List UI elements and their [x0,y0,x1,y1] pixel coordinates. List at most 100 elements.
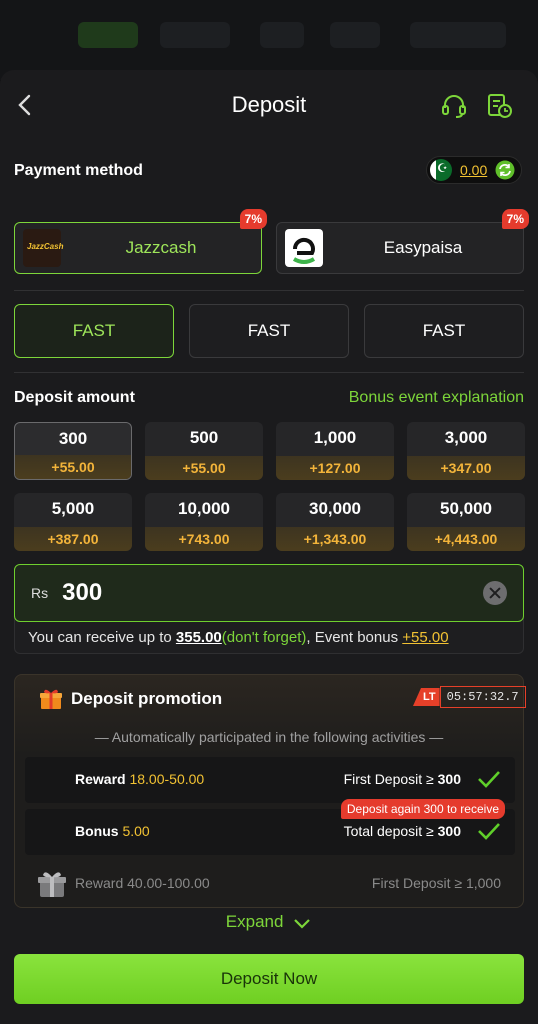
channel-option-1[interactable]: FAST [14,304,174,358]
amount-bonus: +55.00 [145,456,263,480]
condition-label: First Deposit ≥ [343,771,438,787]
divider [14,290,524,291]
fee-badge: 7% [501,209,529,229]
divider [14,372,524,373]
amount-option[interactable]: 3,000 +347.00 [407,422,525,480]
payment-method-name: Jazzcash [125,238,197,257]
row-right: First Deposit ≥ 1,000 [372,875,501,891]
amount-input-box: Rs 300 You can receive up to 355.00(don'… [14,564,524,654]
amount-value: 300 [58,429,88,448]
amount-value: 50,000 [440,499,492,518]
event-bonus: +55.00 [402,629,449,646]
amount-option[interactable]: 50,000 +4,443.00 [407,493,525,551]
event-text: , Event bonus [306,629,403,646]
amount-bonus: +55.00 [15,455,131,479]
row-left: Reward 40.00-100.00 [75,875,210,891]
amount-bonus: +387.00 [14,527,132,551]
amount-option[interactable]: 30,000 +1,343.00 [276,493,394,551]
deposit-history-icon[interactable] [486,92,514,120]
blurred-tab [410,22,506,48]
amount-value: 10,000 [178,499,230,518]
refresh-icon[interactable] [495,160,515,180]
pakistan-flag-icon [430,159,452,181]
receive-prefix: You can receive up to [28,629,176,646]
gift-icon [40,689,62,709]
jazzcash-logo-text: JazzCash [27,242,64,251]
amount-option[interactable]: 5,000 +387.00 [14,493,132,551]
promotion-title: Deposit promotion [71,689,223,708]
clear-input-icon[interactable] [483,581,507,605]
blurred-tab [160,22,230,48]
blurred-tab [78,22,138,48]
reward-label: Reward [75,771,130,787]
check-icon [478,771,500,788]
expand-button[interactable]: Expand [0,912,538,932]
amount-value: 30,000 [309,499,361,518]
bonus-value: 5.00 [122,823,150,839]
lightning-lt-icon: LT [413,688,440,706]
amount-input[interactable]: Rs 300 [14,564,524,622]
condition-value: 300 [437,771,461,787]
reward-label: Reward [75,875,128,891]
fee-badge: 7% [239,209,267,229]
amount-option[interactable]: 1,000 +127.00 [276,422,394,480]
channel-option-2[interactable]: FAST [189,304,349,358]
payment-method-label: Payment method [14,162,143,179]
payment-method-jazzcash[interactable]: JazzCash Jazzcash 7% [14,209,267,274]
bonus-label: Bonus [75,823,123,839]
condition-label: Total deposit ≥ [343,823,438,839]
amount-bonus: +347.00 [407,456,525,480]
condition-value: 1,000 [465,875,501,891]
payment-method-name: Easypaisa [383,238,463,257]
promotion-row: Reward 18.00-50.00 First Deposit ≥ 300 [25,757,515,803]
payment-method-easypaisa[interactable]: Easypaisa 7% [276,209,529,274]
currency-label: Rs [31,585,49,601]
check-icon [478,823,500,840]
bonus-event-explanation-link[interactable]: Bonus event explanation [349,389,524,407]
chevron-down-icon [294,918,310,929]
amount-bonus: +1,343.00 [276,527,394,551]
row-left: Bonus 5.00 [75,823,150,839]
deposit-amount-label: Deposit amount [14,389,135,406]
row-left: Reward 18.00-50.00 [75,771,204,787]
condition-value: 300 [437,823,461,839]
amount-value: 500 [189,428,219,447]
amount-value: 3,000 [444,428,488,447]
auto-participation-note: — Automatically participated in the foll… [94,729,444,745]
easypaisa-logo [285,229,323,267]
blurred-tab [330,22,380,48]
row-right: First Deposit ≥ 300 [344,771,461,787]
amount-bonus: +743.00 [145,527,263,551]
expand-label: Expand [225,912,284,931]
amount-value: 5,000 [51,499,95,518]
reward-value: 40.00-100.00 [127,875,210,891]
deposit-promotion-card: Deposit promotion LT 05:57:32.7 — Automa… [14,674,526,908]
background-app-header [0,0,538,80]
amount-option[interactable]: 500 +55.00 [145,422,263,480]
amount-option[interactable]: 10,000 +743.00 [145,493,263,551]
receive-amount: 355.00 [175,629,222,646]
amount-bonus: +127.00 [276,456,394,480]
reward-value: 18.00-50.00 [129,771,205,787]
promotion-row: Reward 40.00-100.00 First Deposit ≥ 1,00… [25,861,515,907]
blurred-tab [260,22,304,48]
jazzcash-logo: JazzCash [23,229,64,267]
channel-option-3[interactable]: FAST [364,304,524,358]
receive-note: (don't forget) [221,629,307,646]
amount-value: 1,000 [313,428,357,447]
gift-box-icon [38,872,66,897]
customer-service-headset-icon[interactable] [440,92,468,120]
header: Deposit [0,80,538,132]
deposit-again-tip: Deposit again 300 to receive [340,799,505,819]
receive-summary: You can receive up to 355.00(don't forge… [28,629,449,646]
promotion-row: Bonus 5.00 Total deposit ≥ 300 Deposit a… [25,799,515,855]
countdown-timer: 05:57:32.7 [439,686,526,708]
condition-label: First Deposit ≥ [371,875,466,891]
amount-input-value: 300 [62,579,103,606]
deposit-now-button[interactable]: Deposit Now [14,954,524,1004]
amount-option[interactable]: 300 +55.00 [14,422,132,480]
balance-pill[interactable]: 0.00 [426,156,522,184]
row-right: Total deposit ≥ 300 [344,823,461,839]
limited-time-countdown: LT 05:57:32.7 [413,685,526,709]
balance-amount: 0.00 [460,162,488,178]
